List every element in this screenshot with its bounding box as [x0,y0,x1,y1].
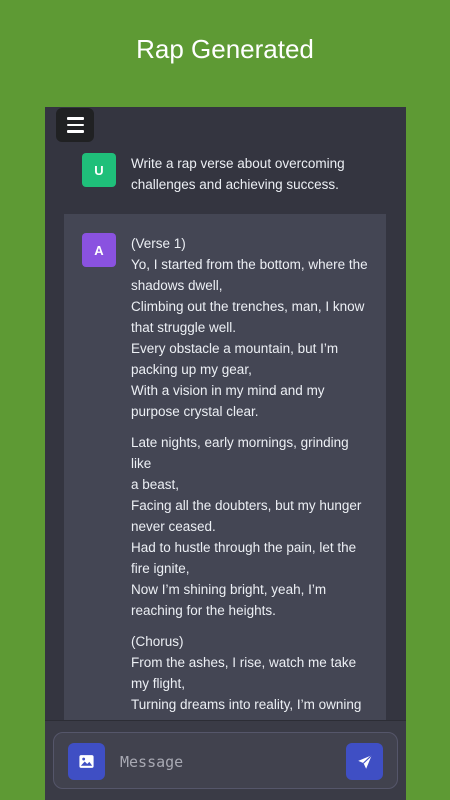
send-button[interactable] [346,743,383,780]
text-line: (Chorus) [131,634,184,649]
text-line: challenges and achieving success. [131,177,339,192]
composer-bar [45,720,406,800]
text-line: my flight, [131,676,186,691]
text-line: fire ignite, [131,561,190,576]
menu-icon-bar [66,117,84,120]
text-line: Now I’m shining bright, yeah, I’m [131,582,327,597]
menu-icon-bar [66,123,84,127]
text-line: Had to hustle through the pain, let the [131,540,357,555]
text-line: Late nights, early mornings, grinding li… [131,435,349,471]
text-line: shadows dwell, [131,278,223,293]
menu-icon-bar [66,130,84,133]
page-title: Rap Generated [136,34,314,64]
assistant-message: A (Verse 1) Yo, I started from the botto… [64,214,386,734]
text-line: packing up my gear, [131,362,252,377]
text-line: that struggle well. [131,320,237,335]
text-line: From the ashes, I rise, watch me take [131,655,357,670]
text-line: reaching for the heights. [131,603,276,618]
user-message-text: Write a rap verse about overcoming chall… [131,153,381,195]
message-input[interactable] [120,749,335,774]
text-line: Every obstacle a mountain, but I’m [131,341,339,356]
chat-screen: U Write a rap verse about overcoming cha… [45,107,406,800]
text-line: purpose crystal clear. [131,404,259,419]
text-line: (Verse 1) [131,236,186,251]
send-icon [357,754,372,769]
text-line: Climbing out the trenches, man, I know [131,299,365,314]
verse-stanza: (Verse 1) Yo, I started from the bottom,… [131,233,371,422]
verse-stanza: Late nights, early mornings, grinding li… [131,432,371,621]
chorus-stanza: (Chorus) From the ashes, I rise, watch m… [131,631,371,734]
text-line: never ceased. [131,519,216,534]
text-line: a beast, [131,477,180,492]
menu-button[interactable] [56,108,94,142]
attach-image-button[interactable] [68,743,105,780]
assistant-message-text: (Verse 1) Yo, I started from the bottom,… [131,233,371,734]
text-line: Write a rap verse about overcoming [131,156,345,171]
text-line: Facing all the doubters, but my hunger [131,498,362,513]
user-message: U Write a rap verse about overcoming cha… [45,143,406,213]
user-avatar: U [82,153,116,187]
text-line: With a vision in my mind and my [131,383,325,398]
image-icon [79,755,94,768]
text-line: Yo, I started from the bottom, where the [131,257,368,272]
text-line: Turning dreams into reality, I’m owning [131,697,362,712]
assistant-avatar: A [82,233,116,267]
composer-box [53,732,398,789]
